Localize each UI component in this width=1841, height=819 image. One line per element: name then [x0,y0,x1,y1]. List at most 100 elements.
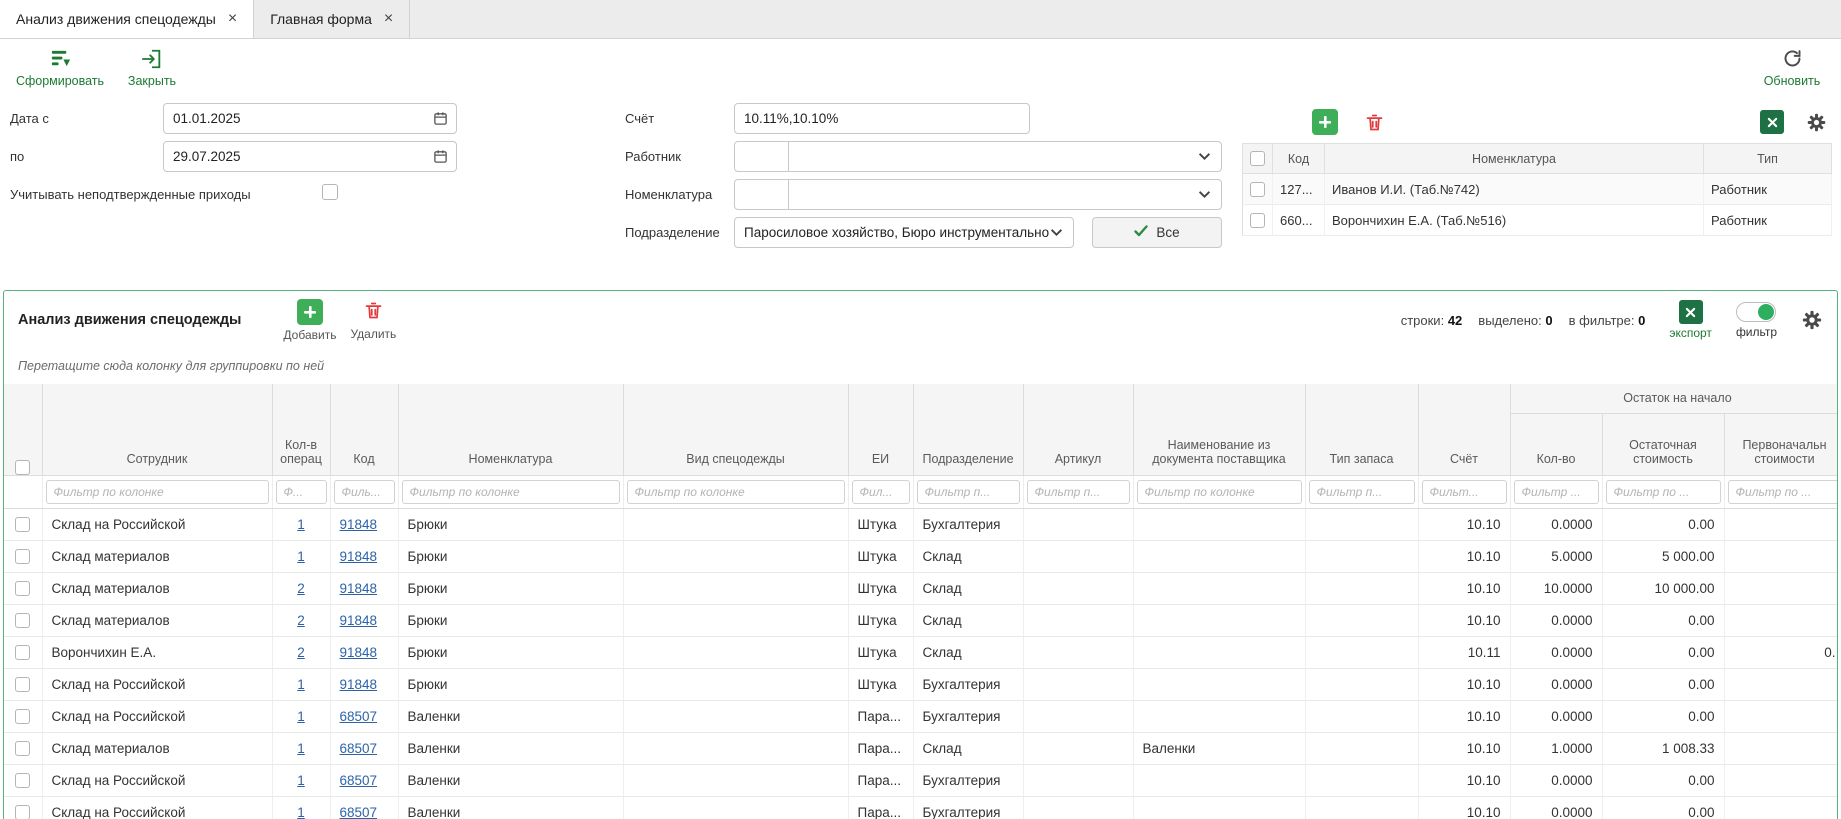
column-filter-input[interactable] [276,480,327,504]
column-header[interactable]: Кол-в операц [272,384,330,475]
export-button[interactable]: экспорт [1669,300,1712,340]
column-filter-input[interactable] [1514,480,1599,504]
column-filter-input[interactable] [46,480,269,504]
unconfirmed-checkbox[interactable] [322,184,338,200]
column-header[interactable]: Подразделение [913,384,1023,475]
operations-count-link[interactable]: 2 [297,645,305,660]
nomenclature-code-box[interactable] [735,180,789,209]
select-all-checkbox[interactable] [15,460,30,475]
select-all-checkbox[interactable] [1250,151,1265,166]
column-header[interactable]: Код [330,384,398,475]
delete-selection-button[interactable] [1364,112,1385,133]
grid-row[interactable]: Склад на Российской168507ВаленкиПара...Б… [4,764,1838,796]
column-header[interactable]: Сотрудник [42,384,272,475]
column-header[interactable]: Номенклатура [398,384,623,475]
operations-count-link[interactable]: 1 [297,517,305,532]
calendar-icon[interactable] [433,149,448,164]
code-link[interactable]: 91848 [340,581,378,596]
column-header[interactable]: ЕИ [848,384,913,475]
select-all-departments-button[interactable]: Все [1092,217,1222,248]
tab-analysis[interactable]: Анализ движения спецодежды × [0,0,254,38]
chevron-down-icon[interactable] [1198,190,1211,199]
row-checkbox[interactable] [1250,182,1265,197]
grid-row[interactable]: Склад материалов168507ВаленкиПара...Скла… [4,732,1838,764]
worker-combobox[interactable] [734,141,1222,172]
group-by-drop-zone[interactable]: Перетащите сюда колонку для группировки … [4,349,1837,379]
worker-code-box[interactable] [735,142,789,171]
account-input[interactable] [735,104,1029,133]
date-from-input[interactable] [164,104,433,133]
calendar-icon[interactable] [433,111,448,126]
row-checkbox[interactable] [15,805,30,819]
operations-count-link[interactable]: 1 [297,549,305,564]
selection-row[interactable]: 127...Иванов И.И. (Таб.№742)Работник [1243,174,1832,205]
refresh-button[interactable]: Обновить [1757,41,1827,93]
code-link[interactable]: 91848 [340,613,378,628]
code-link[interactable]: 68507 [340,805,378,819]
grid-row[interactable]: Склад на Российской191848БрюкиШтукаБухга… [4,668,1838,700]
code-link[interactable]: 68507 [340,773,378,788]
operations-count-link[interactable]: 2 [297,613,305,628]
add-selection-button[interactable] [1312,109,1338,135]
column-header[interactable]: Счёт [1418,384,1510,475]
column-filter-input[interactable] [334,480,395,504]
column-filter-input[interactable] [1422,480,1507,504]
row-checkbox[interactable] [15,709,30,724]
code-link[interactable]: 91848 [340,645,378,660]
code-link[interactable]: 91848 [340,549,378,564]
column-header[interactable]: Вид спецодежды [623,384,848,475]
delete-row-button[interactable]: Удалить [350,300,396,341]
column-filter-input[interactable] [1027,480,1130,504]
column-header[interactable]: Наименование из документа поставщика [1133,384,1305,475]
excel-export-icon[interactable] [1760,110,1784,134]
column-filter-input[interactable] [627,480,845,504]
selection-col-nomenclature[interactable]: Номенклатура [1325,144,1704,174]
column-filter-input[interactable] [1606,480,1721,504]
column-filter-input[interactable] [852,480,910,504]
column-header[interactable]: Кол-во [1510,413,1602,475]
selection-row[interactable]: 660...Ворончихин Е.А. (Таб.№516)Работник [1243,205,1832,236]
grid-row[interactable]: Склад на Российской168507ВаленкиПара...Б… [4,796,1838,819]
row-checkbox[interactable] [15,581,30,596]
department-select[interactable]: Паросиловое хозяйство, Бюро инструментал… [734,217,1074,248]
selection-col-type[interactable]: Тип [1704,144,1832,174]
selection-col-code[interactable]: Код [1273,144,1325,174]
column-filter-input[interactable] [1728,480,1839,504]
grid-settings-gear-icon[interactable] [1801,309,1823,331]
tab-main-form[interactable]: Главная форма × [254,0,410,38]
column-header[interactable]: Первоначальн стоимости [1724,413,1838,475]
date-to-input[interactable] [164,142,433,171]
nomenclature-combobox[interactable] [734,179,1222,210]
generate-button[interactable]: Сформировать [14,41,106,93]
code-link[interactable]: 91848 [340,517,378,532]
row-checkbox[interactable] [15,517,30,532]
column-filter-input[interactable] [1137,480,1302,504]
column-filter-input[interactable] [1309,480,1415,504]
operations-count-link[interactable]: 1 [297,805,305,819]
chevron-down-icon[interactable] [1198,152,1211,161]
row-checkbox[interactable] [15,613,30,628]
grid-row[interactable]: Склад на Российской191848БрюкиШтукаБухга… [4,508,1838,540]
column-header[interactable]: Остаточная стоимость [1602,413,1724,475]
tab-close-icon[interactable]: × [228,11,237,27]
operations-count-link[interactable]: 1 [297,773,305,788]
operations-count-link[interactable]: 2 [297,581,305,596]
filter-toggle[interactable]: фильтр [1736,302,1777,339]
operations-count-link[interactable]: 1 [297,709,305,724]
column-header[interactable]: Артикул [1023,384,1133,475]
operations-count-link[interactable]: 1 [297,677,305,692]
code-link[interactable]: 91848 [340,677,378,692]
column-filter-input[interactable] [402,480,620,504]
grid-row[interactable]: Склад материалов291848БрюкиШтукаСклад10.… [4,604,1838,636]
row-checkbox[interactable] [15,741,30,756]
row-checkbox[interactable] [15,677,30,692]
grid-row[interactable]: Склад материалов291848БрюкиШтукаСклад10.… [4,572,1838,604]
operations-count-link[interactable]: 1 [297,741,305,756]
settings-gear-icon[interactable] [1806,112,1827,133]
grid-row[interactable]: Склад на Российской168507ВаленкиПара...Б… [4,700,1838,732]
column-header[interactable]: Тип запаса [1305,384,1418,475]
row-checkbox[interactable] [15,549,30,564]
row-checkbox[interactable] [1250,213,1265,228]
tab-close-icon[interactable]: × [384,11,393,27]
code-link[interactable]: 68507 [340,741,378,756]
